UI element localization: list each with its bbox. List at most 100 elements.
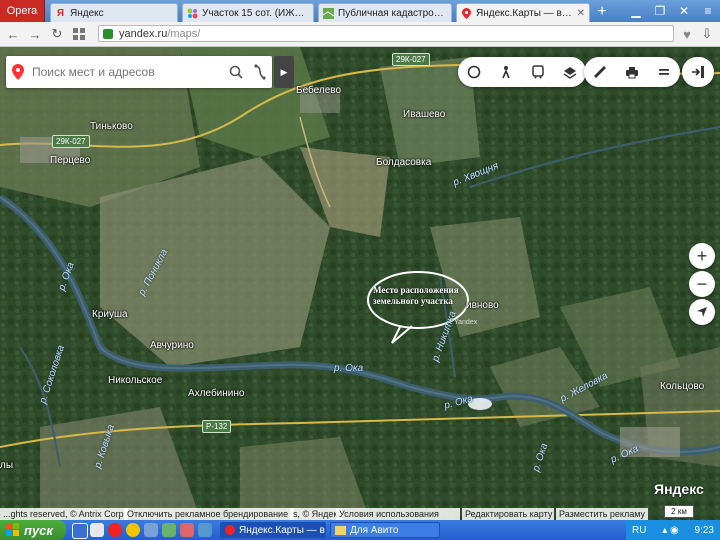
village-label[interactable]: Авчурино (150, 340, 194, 351)
taskbar-window-label: Для Авито (350, 524, 399, 536)
yandex-logo: Яндекс (654, 481, 704, 497)
village-label[interactable]: лы (0, 460, 13, 471)
tab-label: Публичная кадастровая ка (338, 7, 447, 19)
url-path: /maps/ (167, 27, 201, 40)
taskbar-window-folder[interactable]: Для Авито (330, 522, 440, 538)
locate-arrow-icon (697, 307, 707, 317)
village-label[interactable]: Криуша (92, 309, 128, 320)
windows-taskbar: пуск Яндекс.Карты — выб... Для Авито RU … (0, 520, 720, 540)
quicklaunch-icon[interactable] (198, 523, 212, 537)
village-label[interactable]: ивново (466, 300, 499, 311)
reload-icon[interactable]: ↻ (48, 26, 66, 42)
opera-menu-button[interactable]: Opera (0, 0, 45, 22)
address-field[interactable]: yandex.ru/maps/ (98, 25, 674, 42)
forward-arrow-icon[interactable]: → (26, 26, 44, 42)
url-host: yandex.ru (119, 27, 168, 40)
ruler-icon[interactable] (584, 57, 616, 87)
village-label[interactable]: Ахлебинино (188, 388, 244, 399)
yandex-icon: Я (56, 7, 65, 19)
copyright-yandex-text: s, © Яндекс (290, 508, 342, 520)
collapse-panel-button[interactable]: ▶ (274, 56, 294, 88)
panorama-icon[interactable] (490, 57, 522, 87)
start-button[interactable]: пуск (0, 520, 66, 540)
village-label[interactable]: Никольское (108, 375, 162, 386)
speed-dial-icon[interactable] (70, 26, 88, 42)
village-label[interactable]: Перцево (50, 155, 90, 166)
locate-me-button[interactable] (689, 299, 715, 325)
search-input[interactable] (30, 64, 224, 80)
map-layer-tools (458, 57, 586, 87)
village-label[interactable]: Ивашево (403, 109, 445, 120)
tab-list-icon[interactable]: ≡ (698, 3, 718, 19)
navigation-bar: ← → ↻ yandex.ru/maps/ ♥ ⇩ (0, 22, 720, 47)
opera-icon (225, 525, 235, 535)
tab-label: Участок 15 сот. (ИЖС) — ку (202, 7, 309, 19)
edit-map-link[interactable]: Редактировать карту (462, 508, 554, 520)
map-footer: ...ghts reserved, © Antrix Corp Отключит… (0, 508, 720, 520)
close-tab-icon[interactable]: ✕ (577, 8, 585, 19)
tray-icons[interactable]: ▴ ◉ (662, 525, 679, 536)
map-pin-icon (6, 64, 30, 80)
start-label: пуск (24, 522, 53, 538)
heart-icon[interactable]: ♥ (678, 26, 696, 42)
minimize-icon[interactable]: ▁ (626, 3, 646, 19)
layers-icon[interactable] (554, 57, 586, 87)
quicklaunch-icon[interactable] (162, 523, 176, 537)
folder-icon (335, 525, 346, 535)
quicklaunch-icon[interactable] (144, 523, 158, 537)
road-shield: Р-132 (202, 420, 232, 433)
satellite-map[interactable]: 29К-027 29К-027 Р-132 Бебелево Ивашево Т… (0, 47, 720, 520)
download-icon[interactable]: ⇩ (698, 26, 716, 42)
explorer-icon[interactable] (90, 523, 104, 537)
menu-icon[interactable] (648, 57, 680, 87)
road-shield: 29К-027 (392, 53, 430, 66)
transport-icon[interactable] (522, 57, 554, 87)
yandex-maps-pin-icon (461, 7, 472, 19)
quicklaunch-icon[interactable] (180, 523, 194, 537)
disable-branding-link[interactable]: Отключить рекламное брендирование (124, 508, 294, 520)
yandex-browser-icon[interactable] (126, 523, 140, 537)
search-panel (6, 56, 272, 88)
avito-icon (187, 8, 198, 19)
advertise-link[interactable]: Разместить рекламу (556, 508, 648, 520)
login-icon[interactable] (682, 57, 714, 87)
traffic-icon[interactable] (458, 57, 490, 87)
copyright-text: ...ghts reserved, © Antrix Corp (0, 508, 128, 520)
tab-avito[interactable]: Участок 15 сот. (ИЖС) — ку (182, 3, 314, 22)
taskbar-window-yandex-maps[interactable]: Яндекс.Карты — выб... (220, 522, 326, 538)
windows-logo-icon (6, 523, 19, 536)
tab-strip: Opera Я Яндекс Участок 15 сот. (ИЖС) — к… (0, 0, 720, 22)
zoom-out-button[interactable]: − (689, 271, 715, 297)
zoom-in-button[interactable]: + (689, 243, 715, 269)
clock: 9:23 (694, 524, 714, 536)
map-icon (323, 7, 334, 19)
taskbar-window-label: Яндекс.Карты — выб... (239, 524, 325, 536)
opera-quicklaunch-icon[interactable] (108, 523, 122, 537)
tab-yandex-maps[interactable]: Яндекс.Карты — выбирайте ✕ (456, 3, 590, 22)
route-icon[interactable] (248, 56, 272, 88)
tab-cadastral-map[interactable]: Публичная кадастровая ка (318, 3, 452, 22)
back-arrow-icon[interactable]: ← (4, 26, 22, 42)
plot-location-annotation: Место расположения земельного участка (373, 285, 459, 306)
search-icon[interactable] (224, 56, 248, 88)
village-label[interactable]: Болдасовка (376, 157, 431, 168)
pin-label: Yandex (454, 319, 478, 326)
language-indicator[interactable]: RU (632, 525, 646, 536)
road-shield: 29К-027 (52, 135, 90, 148)
secure-lock-icon (103, 28, 113, 39)
village-label[interactable]: Кольцово (660, 381, 704, 392)
tab-yandex[interactable]: Я Яндекс (50, 3, 178, 22)
close-window-icon[interactable]: ✕ (674, 3, 694, 19)
show-desktop-icon[interactable] (72, 523, 88, 539)
tab-label: Яндекс.Карты — выбирайте (476, 7, 574, 19)
new-tab-button[interactable]: + (592, 3, 612, 20)
village-label[interactable]: Бебелево (296, 85, 341, 96)
terms-link[interactable]: Условия использования (336, 508, 460, 520)
river-label: р. Ока (334, 363, 364, 374)
village-label[interactable]: Тиньково (90, 121, 133, 132)
tab-label: Яндекс (70, 7, 104, 19)
restore-icon[interactable]: ❐ (650, 3, 670, 19)
login-tool (682, 57, 714, 87)
print-icon[interactable] (616, 57, 648, 87)
system-tray: RU ▴ ◉ 9:23 (626, 520, 720, 540)
